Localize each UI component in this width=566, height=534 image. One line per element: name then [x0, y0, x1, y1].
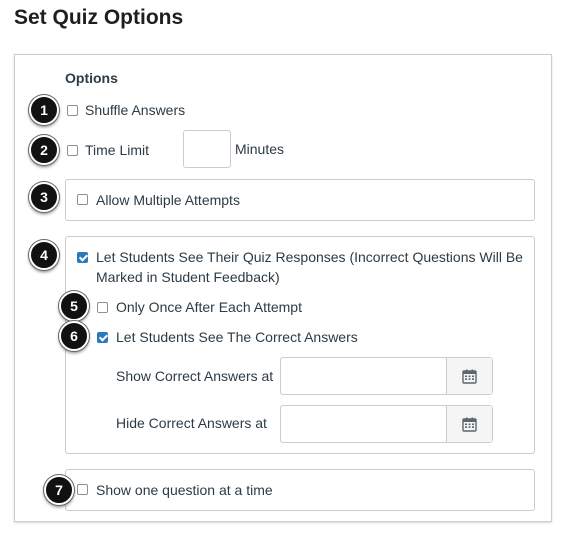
callout-badge-7: 7 — [44, 475, 74, 505]
only-once-checkbox[interactable] — [97, 302, 108, 313]
hide-correct-at-field — [280, 405, 493, 443]
calendar-icon — [462, 417, 477, 432]
only-once-label[interactable]: Only Once After Each Attempt — [116, 299, 302, 315]
see-responses-checkbox[interactable] — [77, 252, 88, 263]
see-responses-label-line2[interactable]: Marked in Student Feedback) — [96, 269, 280, 285]
callout-badge-3: 3 — [29, 182, 59, 212]
see-correct-answers-checkbox[interactable] — [97, 332, 108, 343]
callout-badge-4: 4 — [29, 240, 59, 270]
hide-correct-at-date-button[interactable] — [446, 406, 492, 442]
one-question-checkbox[interactable] — [77, 484, 88, 495]
show-correct-at-date-button[interactable] — [446, 358, 492, 394]
multiple-attempts-box: Allow Multiple Attempts — [65, 179, 535, 221]
time-limit-label[interactable]: Time Limit — [85, 142, 149, 158]
show-correct-at-field — [280, 357, 493, 395]
hide-correct-at-input[interactable] — [281, 406, 446, 442]
one-question-box: Show one question at a time — [65, 469, 535, 511]
callout-badge-6: 6 — [59, 321, 89, 351]
callout-badge-2: 2 — [29, 135, 59, 165]
callout-badge-1: 1 — [29, 95, 59, 125]
time-limit-unit: Minutes — [235, 141, 285, 157]
see-responses-label-line1[interactable]: Let Students See Their Quiz Responses (I… — [96, 249, 523, 265]
hide-correct-at-label: Hide Correct Answers at — [116, 415, 267, 431]
options-panel: Options Shuffle Answers Time Limit Minut… — [14, 54, 552, 522]
callout-badge-5: 5 — [59, 291, 89, 321]
shuffle-answers-label[interactable]: Shuffle Answers — [85, 102, 185, 118]
shuffle-answers-checkbox[interactable] — [67, 105, 78, 116]
time-limit-input[interactable] — [183, 130, 231, 168]
calendar-icon — [462, 369, 477, 384]
see-responses-box: Let Students See Their Quiz Responses (I… — [65, 236, 535, 454]
one-question-label[interactable]: Show one question at a time — [96, 482, 273, 498]
options-heading: Options — [65, 70, 118, 86]
page-title: Set Quiz Options — [14, 6, 184, 29]
show-correct-at-input[interactable] — [281, 358, 446, 394]
show-correct-at-label: Show Correct Answers at — [116, 368, 274, 384]
allow-multiple-attempts-label[interactable]: Allow Multiple Attempts — [96, 192, 240, 208]
see-correct-answers-label[interactable]: Let Students See The Correct Answers — [116, 329, 358, 345]
time-limit-checkbox[interactable] — [67, 145, 78, 156]
allow-multiple-attempts-checkbox[interactable] — [77, 194, 88, 205]
